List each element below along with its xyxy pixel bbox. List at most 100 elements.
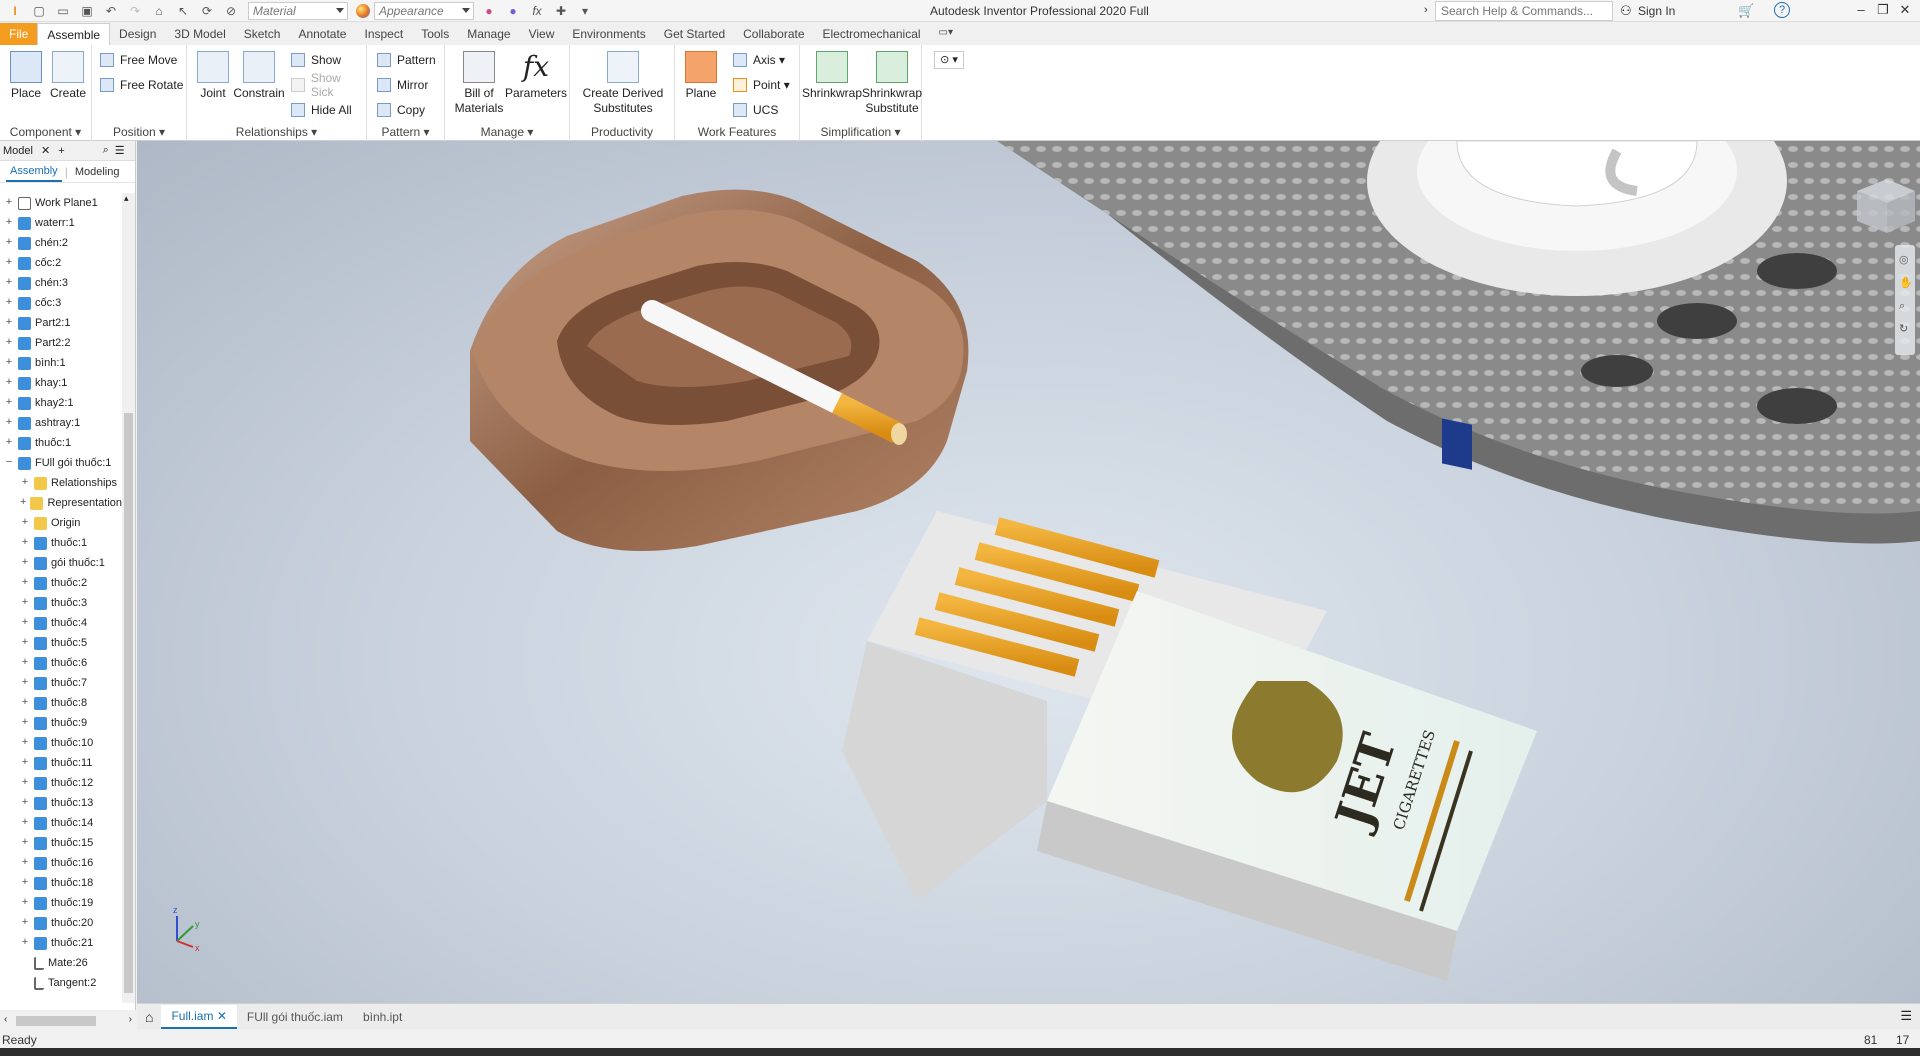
tree-item[interactable]: + Relationships <box>0 473 122 493</box>
expand-icon[interactable]: + <box>20 737 30 748</box>
search-input[interactable] <box>1435 1 1613 21</box>
expand-icon[interactable]: + <box>20 917 30 928</box>
expand-icon[interactable]: + <box>20 477 30 488</box>
tree-item[interactable]: + thuốc:4 <box>0 613 122 633</box>
tree-item[interactable]: + cốc:3 <box>0 293 122 313</box>
expand-icon[interactable]: + <box>20 897 30 908</box>
tree-item[interactable]: + thuốc:9 <box>0 713 122 733</box>
mirror-button[interactable]: Mirror <box>377 76 428 94</box>
expand-icon[interactable]: + <box>4 257 14 268</box>
create-derived-substitutes-button[interactable]: Create Derived Substitutes <box>575 51 671 116</box>
help-icon[interactable]: ? <box>1774 2 1790 18</box>
expand-icon[interactable]: + <box>4 277 14 288</box>
expand-icon[interactable]: + <box>20 557 30 568</box>
panel-title-simplification[interactable]: Simplification ▾ <box>800 125 921 139</box>
customize-icon[interactable]: ▾ <box>576 3 594 19</box>
expand-icon[interactable]: + <box>4 217 14 228</box>
navigation-bar[interactable]: ◎ ✋ ⌕ ↻ <box>1895 245 1915 355</box>
expand-icon[interactable]: + <box>20 797 30 808</box>
expand-icon[interactable]: + <box>20 697 30 708</box>
expand-icon[interactable]: + <box>20 617 30 628</box>
restore-button[interactable]: ❐ <box>1874 2 1892 20</box>
plane-button[interactable]: Plane <box>679 51 723 101</box>
ribbon-options-icon[interactable]: ⊙ ▾ <box>934 51 964 69</box>
tab-assembly[interactable]: Assembly <box>6 162 62 182</box>
browser-menu-icon[interactable]: ☰ <box>115 144 125 157</box>
tree-item[interactable]: + thuốc:13 <box>0 793 122 813</box>
tab-overflow-icon[interactable]: ▭▾ <box>930 23 962 45</box>
tab-manage[interactable]: Manage <box>458 23 519 45</box>
tab-collaborate[interactable]: Collaborate <box>734 23 813 45</box>
expand-icon[interactable]: + <box>20 757 30 768</box>
tree-item[interactable]: + Representations <box>0 493 122 513</box>
doc-tab-full-iam[interactable]: Full.iam ✕ <box>161 1004 237 1029</box>
tree-item[interactable]: + cốc:2 <box>0 253 122 273</box>
tree-item[interactable]: + thuốc:10 <box>0 733 122 753</box>
tree-item[interactable]: + thuốc:1 <box>0 433 122 453</box>
axis-button[interactable]: Axis ▾ <box>733 51 785 69</box>
hscroll-thumb[interactable] <box>16 1016 96 1026</box>
tree-item[interactable]: + thuốc:18 <box>0 873 122 893</box>
expand-icon[interactable]: + <box>20 837 30 848</box>
tree-item[interactable]: + Work Plane1 <box>0 193 122 213</box>
browser-search-icon[interactable]: ⌕ <box>103 144 109 157</box>
tab-environments[interactable]: Environments <box>563 23 654 45</box>
undo-icon[interactable]: ↶ <box>102 3 120 19</box>
tree-item[interactable]: + thuốc:14 <box>0 813 122 833</box>
tree-item[interactable]: + thuốc:6 <box>0 653 122 673</box>
tab-inspect[interactable]: Inspect <box>355 23 412 45</box>
app-logo-icon[interactable]: I <box>6 3 24 19</box>
panel-title-pattern[interactable]: Pattern ▾ <box>367 125 444 139</box>
expand-icon[interactable]: + <box>20 877 30 888</box>
ashtray-model[interactable] <box>470 189 969 552</box>
joint-button[interactable]: Joint <box>193 51 233 101</box>
tab-file[interactable]: File <box>0 23 38 45</box>
new-file-icon[interactable]: ▢ <box>30 3 48 19</box>
select-icon[interactable]: ↖ <box>174 3 192 19</box>
point-button[interactable]: Point ▾ <box>733 76 790 94</box>
panel-title-component[interactable]: Component ▾ <box>0 125 91 139</box>
expand-icon[interactable]: + <box>20 597 30 608</box>
scroll-left-icon[interactable]: ‹ <box>4 1014 7 1025</box>
zoom-icon[interactable]: ⌕ <box>1899 300 1905 312</box>
cancel-icon[interactable]: ⊘ <box>222 3 240 19</box>
tree-item[interactable]: − FUll gói thuốc:1 <box>0 453 122 473</box>
tab-get-started[interactable]: Get Started <box>655 23 734 45</box>
panel-title-manage[interactable]: Manage ▾ <box>445 125 569 139</box>
tab-modeling[interactable]: Modeling <box>71 163 124 181</box>
cigarette-pack-model[interactable]: JET CIGARETTES <box>842 511 1537 981</box>
browser-add-icon[interactable]: + <box>58 145 64 157</box>
tree-item[interactable]: + chén:3 <box>0 273 122 293</box>
expand-icon[interactable]: + <box>4 317 14 328</box>
tree-item[interactable]: + chén:2 <box>0 233 122 253</box>
tree-item[interactable]: + thuốc:19 <box>0 893 122 913</box>
tree-item[interactable]: + Part2:2 <box>0 333 122 353</box>
collapse-icon[interactable]: − <box>4 457 14 468</box>
tree-item[interactable]: + waterr:1 <box>0 213 122 233</box>
free-move-button[interactable]: Free Move <box>100 51 177 69</box>
tree-item[interactable]: + bình:1 <box>0 353 122 373</box>
scroll-up-icon[interactable]: ▴ <box>124 193 129 204</box>
tree-item[interactable]: + thuốc:11 <box>0 753 122 773</box>
expand-icon[interactable]: + <box>4 357 14 368</box>
tree-item[interactable]: + ashtray:1 <box>0 413 122 433</box>
tab-annotate[interactable]: Annotate <box>289 23 355 45</box>
place-button[interactable]: Place <box>6 51 46 101</box>
expand-icon[interactable]: + <box>20 777 30 788</box>
browser-hscrollbar[interactable]: ‹ › <box>0 1010 136 1032</box>
cart-icon[interactable]: 🛒 <box>1738 3 1754 19</box>
nav-wheel-icon[interactable]: ◎ <box>1899 254 1909 266</box>
plus-icon[interactable]: ✚ <box>552 3 570 19</box>
expand-icon[interactable]: + <box>4 417 14 428</box>
doc-tabs-menu-icon[interactable]: ☰ <box>1900 1008 1912 1024</box>
expand-icon[interactable]: + <box>20 677 30 688</box>
fx-icon[interactable]: fx <box>528 3 546 19</box>
expand-icon[interactable]: + <box>20 517 30 528</box>
show-sick-button[interactable]: Show Sick <box>291 71 366 99</box>
create-button[interactable]: Create <box>48 51 88 101</box>
expand-icon[interactable]: + <box>20 497 26 508</box>
save-icon[interactable]: ▣ <box>78 3 96 19</box>
update-icon[interactable]: ⟳ <box>198 3 216 19</box>
expand-icon[interactable]: + <box>20 657 30 668</box>
scroll-right-icon[interactable]: › <box>129 1014 132 1025</box>
